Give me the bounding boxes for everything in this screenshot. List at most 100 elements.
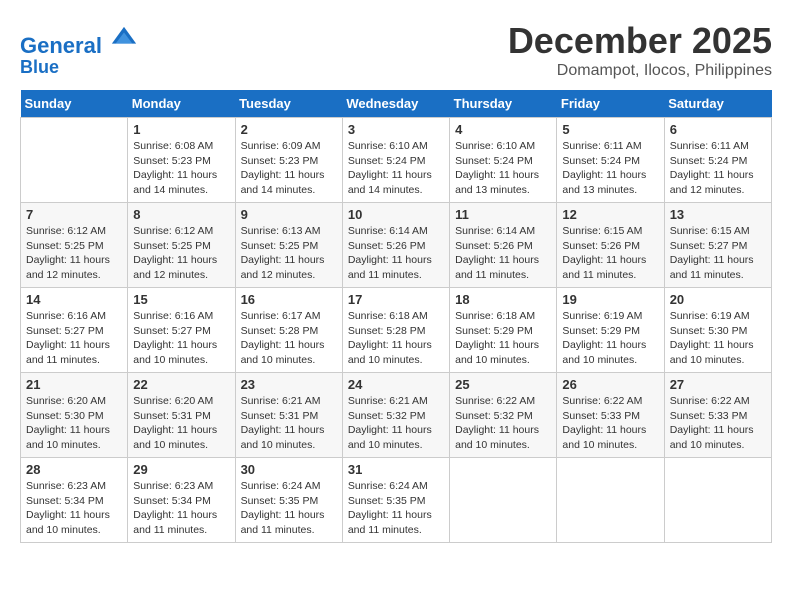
calendar-cell: 24Sunrise: 6:21 AMSunset: 5:32 PMDayligh… — [342, 373, 449, 458]
calendar-cell — [664, 458, 771, 543]
day-info: Sunrise: 6:22 AMSunset: 5:33 PMDaylight:… — [562, 394, 658, 453]
day-number: 19 — [562, 292, 658, 307]
calendar-cell: 27 Sunrise: 6:22 AMSunset: 5:33 PMDayligh… — [664, 373, 771, 458]
day-info: Sunrise: 6:18 AMSunset: 5:28 PMDaylight:… — [348, 309, 444, 368]
day-number: 2 — [241, 122, 337, 137]
day-info: Sunrise: 6:19 AMSunset: 5:30 PMDaylight:… — [670, 309, 766, 368]
day-info: Sunrise: 6:08 AMSunset: 5:23 PMDaylight:… — [133, 139, 229, 198]
day-info: Sunrise: 6:23 AMSunset: 5:34 PMDaylight:… — [26, 479, 122, 538]
calendar-cell: 26 Sunrise: 6:22 AMSunset: 5:33 PMDayligh… — [557, 373, 664, 458]
day-number: 30 — [241, 462, 337, 477]
calendar-cell: 18Sunrise: 6:18 AMSunset: 5:29 PMDayligh… — [450, 288, 557, 373]
calendar-cell: 12 Sunrise: 6:15 AMSunset: 5:26 PMDayligh… — [557, 203, 664, 288]
day-number: 1 — [133, 122, 229, 137]
day-info: Sunrise: 6:13 AMSunset: 5:25 PMDaylight:… — [241, 224, 337, 283]
week-row-1: 1 Sunrise: 6:08 AMSunset: 5:23 PMDaylight… — [21, 118, 772, 203]
day-info: Sunrise: 6:22 AMSunset: 5:33 PMDaylight:… — [670, 394, 766, 453]
day-number: 10 — [348, 207, 444, 222]
calendar-cell: 15 Sunrise: 6:16 AMSunset: 5:27 PMDayligh… — [128, 288, 235, 373]
calendar-cell: 19 Sunrise: 6:19 AMSunset: 5:29 PMDayligh… — [557, 288, 664, 373]
calendar-cell: 5 Sunrise: 6:11 AMSunset: 5:24 PMDaylight… — [557, 118, 664, 203]
day-info: Sunrise: 6:15 AMSunset: 5:27 PMDaylight:… — [670, 224, 766, 283]
title-block: December 2025 Domampot, Ilocos, Philippi… — [508, 20, 772, 80]
page-header: General Blue December 2025 Domampot, Ilo… — [20, 20, 772, 80]
day-info: Sunrise: 6:23 AMSunset: 5:34 PMDaylight:… — [133, 479, 229, 538]
day-number: 22 — [133, 377, 229, 392]
calendar-cell: 10 Sunrise: 6:14 AMSunset: 5:26 PMDayligh… — [342, 203, 449, 288]
calendar-cell: 13Sunrise: 6:15 AMSunset: 5:27 PMDayligh… — [664, 203, 771, 288]
day-info: Sunrise: 6:22 AMSunset: 5:32 PMDaylight:… — [455, 394, 551, 453]
logo-blue: Blue — [20, 58, 138, 78]
day-number: 29 — [133, 462, 229, 477]
calendar-cell: 7 Sunrise: 6:12 AMSunset: 5:25 PMDaylight… — [21, 203, 128, 288]
day-info: Sunrise: 6:15 AMSunset: 5:26 PMDaylight:… — [562, 224, 658, 283]
day-info: Sunrise: 6:24 AMSunset: 5:35 PMDaylight:… — [348, 479, 444, 538]
day-number: 20 — [670, 292, 766, 307]
day-info: Sunrise: 6:16 AMSunset: 5:27 PMDaylight:… — [133, 309, 229, 368]
day-info: Sunrise: 6:24 AMSunset: 5:35 PMDaylight:… — [241, 479, 337, 538]
day-info: Sunrise: 6:14 AMSunset: 5:26 PMDaylight:… — [455, 224, 551, 283]
day-number: 23 — [241, 377, 337, 392]
day-number: 16 — [241, 292, 337, 307]
day-number: 6 — [670, 122, 766, 137]
day-info: Sunrise: 6:10 AMSunset: 5:24 PMDaylight:… — [348, 139, 444, 198]
day-number: 18 — [455, 292, 551, 307]
calendar-cell: 30 Sunrise: 6:24 AMSunset: 5:35 PMDayligh… — [235, 458, 342, 543]
week-row-4: 21Sunrise: 6:20 AMSunset: 5:30 PMDayligh… — [21, 373, 772, 458]
day-info: Sunrise: 6:11 AMSunset: 5:24 PMDaylight:… — [562, 139, 658, 198]
day-info: Sunrise: 6:20 AMSunset: 5:31 PMDaylight:… — [133, 394, 229, 453]
calendar-cell: 16 Sunrise: 6:17 AMSunset: 5:28 PMDayligh… — [235, 288, 342, 373]
weekday-monday: Monday — [128, 90, 235, 118]
day-number: 26 — [562, 377, 658, 392]
day-info: Sunrise: 6:16 AMSunset: 5:27 PMDaylight:… — [26, 309, 122, 368]
day-number: 7 — [26, 207, 122, 222]
day-info: Sunrise: 6:12 AMSunset: 5:25 PMDaylight:… — [133, 224, 229, 283]
calendar-cell: 9 Sunrise: 6:13 AMSunset: 5:25 PMDaylight… — [235, 203, 342, 288]
day-info: Sunrise: 6:19 AMSunset: 5:29 PMDaylight:… — [562, 309, 658, 368]
day-number: 27 — [670, 377, 766, 392]
day-number: 5 — [562, 122, 658, 137]
day-number: 11 — [455, 207, 551, 222]
calendar-cell: 3Sunrise: 6:10 AMSunset: 5:24 PMDaylight… — [342, 118, 449, 203]
calendar-cell: 17Sunrise: 6:18 AMSunset: 5:28 PMDayligh… — [342, 288, 449, 373]
day-number: 14 — [26, 292, 122, 307]
weekday-saturday: Saturday — [664, 90, 771, 118]
calendar-cell: 1 Sunrise: 6:08 AMSunset: 5:23 PMDaylight… — [128, 118, 235, 203]
day-number: 24 — [348, 377, 444, 392]
day-number: 8 — [133, 207, 229, 222]
day-info: Sunrise: 6:09 AMSunset: 5:23 PMDaylight:… — [241, 139, 337, 198]
calendar-table: SundayMondayTuesdayWednesdayThursdayFrid… — [20, 90, 772, 543]
weekday-tuesday: Tuesday — [235, 90, 342, 118]
weekday-friday: Friday — [557, 90, 664, 118]
weekday-wednesday: Wednesday — [342, 90, 449, 118]
calendar-cell: 14 Sunrise: 6:16 AMSunset: 5:27 PMDayligh… — [21, 288, 128, 373]
day-info: Sunrise: 6:10 AMSunset: 5:24 PMDaylight:… — [455, 139, 551, 198]
calendar-cell — [557, 458, 664, 543]
week-row-5: 28 Sunrise: 6:23 AMSunset: 5:34 PMDayligh… — [21, 458, 772, 543]
day-number: 9 — [241, 207, 337, 222]
weekday-header-row: SundayMondayTuesdayWednesdayThursdayFrid… — [21, 90, 772, 118]
weekday-sunday: Sunday — [21, 90, 128, 118]
calendar-cell: 21Sunrise: 6:20 AMSunset: 5:30 PMDayligh… — [21, 373, 128, 458]
day-info: Sunrise: 6:11 AMSunset: 5:24 PMDaylight:… — [670, 139, 766, 198]
calendar-cell: 22 Sunrise: 6:20 AMSunset: 5:31 PMDayligh… — [128, 373, 235, 458]
day-info: Sunrise: 6:14 AMSunset: 5:26 PMDaylight:… — [348, 224, 444, 283]
month-title: December 2025 — [508, 20, 772, 62]
calendar-cell: 28 Sunrise: 6:23 AMSunset: 5:34 PMDayligh… — [21, 458, 128, 543]
calendar-cell: 31Sunrise: 6:24 AMSunset: 5:35 PMDayligh… — [342, 458, 449, 543]
day-info: Sunrise: 6:17 AMSunset: 5:28 PMDaylight:… — [241, 309, 337, 368]
day-number: 21 — [26, 377, 122, 392]
calendar-cell — [21, 118, 128, 203]
calendar-cell — [450, 458, 557, 543]
calendar-cell: 20 Sunrise: 6:19 AMSunset: 5:30 PMDayligh… — [664, 288, 771, 373]
day-number: 28 — [26, 462, 122, 477]
calendar-cell: 11 Sunrise: 6:14 AMSunset: 5:26 PMDayligh… — [450, 203, 557, 288]
day-number: 4 — [455, 122, 551, 137]
day-info: Sunrise: 6:12 AMSunset: 5:25 PMDaylight:… — [26, 224, 122, 283]
day-number: 25 — [455, 377, 551, 392]
day-number: 15 — [133, 292, 229, 307]
calendar-cell: 6 Sunrise: 6:11 AMSunset: 5:24 PMDaylight… — [664, 118, 771, 203]
day-number: 12 — [562, 207, 658, 222]
calendar-cell: 25 Sunrise: 6:22 AMSunset: 5:32 PMDayligh… — [450, 373, 557, 458]
logo: General Blue — [20, 25, 138, 78]
